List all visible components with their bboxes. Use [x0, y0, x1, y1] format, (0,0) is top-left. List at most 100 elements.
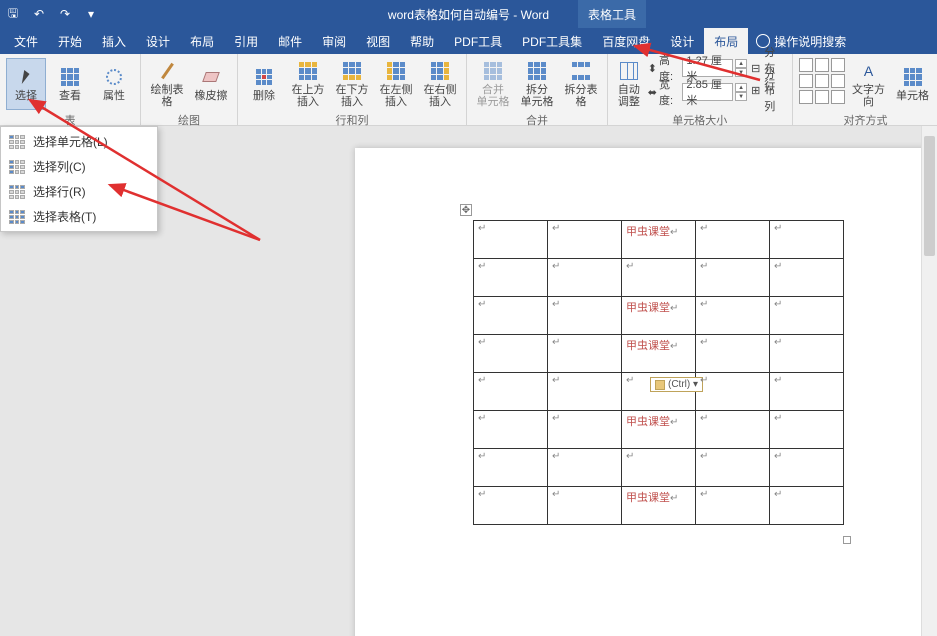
insert-above-button[interactable]: 在上方插入 [288, 58, 328, 110]
scrollbar-thumb[interactable] [924, 136, 935, 256]
redo-icon[interactable]: ↷ [56, 5, 74, 23]
group-cell-size: 自动调整 ⬍ 高度: 1.27 厘米 ▲▼ ⬌ 宽度: 2.85 厘米 ▲▼ ⊟… [608, 54, 793, 125]
height-row: ⬍ 高度: 1.27 厘米 ▲▼ [648, 58, 747, 78]
table-row: ↵ ↵ 甲虫课堂↵ (Ctrl) ▾ ↵ ↵ [474, 335, 844, 373]
select-button[interactable]: 选择 [6, 58, 46, 110]
table-cell: 甲虫课堂↵ [622, 487, 696, 525]
tab-insert[interactable]: 插入 [92, 28, 136, 54]
table-cell: ↵ [696, 449, 770, 487]
view-gridlines-button[interactable]: 查看 [50, 58, 90, 110]
tab-layout[interactable]: 布局 [180, 28, 224, 54]
dist-rows-icon: ⊟ [751, 62, 760, 75]
split-table-icon [570, 60, 592, 82]
table-cell: ↵ [474, 373, 548, 411]
text-direction-button[interactable]: A 文字方向 [849, 58, 889, 110]
table-move-handle[interactable]: ✥ [460, 204, 472, 216]
table-cell: ↵ [770, 449, 844, 487]
menu-select-table[interactable]: 选择表格(T) [1, 204, 157, 229]
autofit-icon [618, 60, 640, 82]
table-tools-contextual-label: 表格工具 [578, 0, 646, 28]
table-cell: ↵ [696, 297, 770, 335]
table-cell: ↵ [696, 259, 770, 297]
document-table[interactable]: ↵ ↵ 甲虫课堂↵ ↵ ↵ ↵ ↵ ↵ ↵ ↵ ↵ ↵ 甲虫课堂↵ ↵ ↵ [473, 220, 844, 525]
table-cell: ↵ [770, 373, 844, 411]
height-spinner[interactable]: ▲▼ [735, 59, 747, 77]
menu-select-cell[interactable]: 选择单元格(L) [1, 129, 157, 154]
table-cell: ↵ [548, 221, 622, 259]
table-cell: ↵ [696, 335, 770, 373]
width-input[interactable]: 2.85 厘米 [682, 83, 733, 101]
delete-button[interactable]: 删除 [244, 58, 284, 110]
draw-table-button[interactable]: 绘制表格 [147, 58, 187, 110]
qat-dropdown-icon[interactable]: ▾ [82, 5, 100, 23]
ribbon: 选择 查看 属性 表 绘制表格 橡皮擦 绘图 [0, 54, 937, 126]
merge-cells-button: 合并单元格 [473, 58, 513, 110]
tab-design[interactable]: 设计 [136, 28, 180, 54]
grid-icon [59, 66, 81, 88]
tab-baidu[interactable]: 百度网盘 [592, 28, 660, 54]
table-cell: ↵ [548, 335, 622, 373]
menu-select-column[interactable]: 选择列(C) [1, 154, 157, 179]
split-table-button[interactable]: 拆分表格 [561, 58, 601, 110]
table-cell: ↵ [696, 373, 770, 411]
text-direction-icon: A [858, 60, 880, 82]
tab-mailings[interactable]: 邮件 [268, 28, 312, 54]
table-cell: ↵ [696, 487, 770, 525]
tab-pdf-tools[interactable]: PDF工具 [444, 28, 512, 54]
eraser-button[interactable]: 橡皮擦 [191, 58, 231, 110]
cell-margins-button[interactable]: 单元格 [893, 58, 933, 110]
table-row: ↵ ↵ 甲虫课堂↵ ↵ ↵ [474, 297, 844, 335]
select-column-icon [9, 160, 25, 174]
table-cell: ↵ [548, 487, 622, 525]
undo-icon[interactable]: ↶ [30, 5, 48, 23]
save-icon[interactable]: 🖫 [4, 5, 22, 23]
table-cell: ↵ [622, 259, 696, 297]
properties-button[interactable]: 属性 [94, 58, 134, 110]
vertical-scrollbar[interactable] [921, 126, 937, 636]
tab-file[interactable]: 文件 [4, 28, 48, 54]
insert-below-icon [341, 60, 363, 82]
tab-view[interactable]: 视图 [356, 28, 400, 54]
distribute-cols-button[interactable]: ⊞分布列 [751, 80, 785, 100]
tab-table-layout[interactable]: 布局 [704, 28, 748, 54]
height-icon: ⬍ [648, 62, 657, 75]
table-cell: 甲虫课堂↵ (Ctrl) ▾ [622, 335, 696, 373]
width-label: 宽度: [659, 76, 680, 108]
tab-review[interactable]: 审阅 [312, 28, 356, 54]
table-row: ↵ ↵ 甲虫课堂↵ ↵ ↵ [474, 487, 844, 525]
width-row: ⬌ 宽度: 2.85 厘米 ▲▼ [648, 82, 747, 102]
eraser-icon [200, 66, 222, 88]
tab-pdf-set[interactable]: PDF工具集 [512, 28, 592, 54]
delete-icon [253, 66, 275, 88]
group-rows-cols: 删除 在上方插入 在下方插入 在左侧插入 在右侧插入 行和列 [238, 54, 467, 125]
table-row: ↵ ↵ ↵ ↵ ↵ [474, 449, 844, 487]
pencil-icon [156, 60, 178, 82]
tab-home[interactable]: 开始 [48, 28, 92, 54]
cell-margins-icon [902, 66, 924, 88]
page: ✥ ↵ ↵ 甲虫课堂↵ ↵ ↵ ↵ ↵ ↵ ↵ ↵ ↵ ↵ 甲虫课堂↵ ↵ ↵ [355, 148, 937, 636]
tab-references[interactable]: 引用 [224, 28, 268, 54]
table-resize-handle[interactable] [843, 536, 851, 544]
split-icon [526, 60, 548, 82]
group-draw: 绘制表格 橡皮擦 绘图 [141, 54, 238, 125]
autofit-button[interactable]: 自动调整 [614, 58, 644, 110]
table-cell: ↵ [474, 221, 548, 259]
insert-below-button[interactable]: 在下方插入 [332, 58, 372, 110]
height-input[interactable]: 1.27 厘米 [682, 59, 733, 77]
split-cells-button[interactable]: 拆分单元格 [517, 58, 557, 110]
table-row: ↵ ↵ 甲虫课堂↵ ↵ ↵ [474, 221, 844, 259]
table-cell: ↵ [474, 297, 548, 335]
insert-right-button[interactable]: 在右侧插入 [420, 58, 460, 110]
table-row: ↵ ↵ ↵ ↵ ↵ [474, 373, 844, 411]
table-cell: ↵ [696, 221, 770, 259]
width-spinner[interactable]: ▲▼ [735, 83, 747, 101]
tab-help[interactable]: 帮助 [400, 28, 444, 54]
menu-select-row[interactable]: 选择行(R) [1, 179, 157, 204]
select-table-icon [9, 210, 25, 224]
table-row: ↵ ↵ ↵ ↵ ↵ [474, 259, 844, 297]
title-bar: 🖫 ↶ ↷ ▾ word表格如何自动编号 - Word 表格工具 [0, 0, 937, 28]
tab-table-design[interactable]: 设计 [660, 28, 704, 54]
alignment-grid[interactable] [799, 58, 845, 104]
table-cell: 甲虫课堂↵ [622, 411, 696, 449]
insert-left-button[interactable]: 在左侧插入 [376, 58, 416, 110]
